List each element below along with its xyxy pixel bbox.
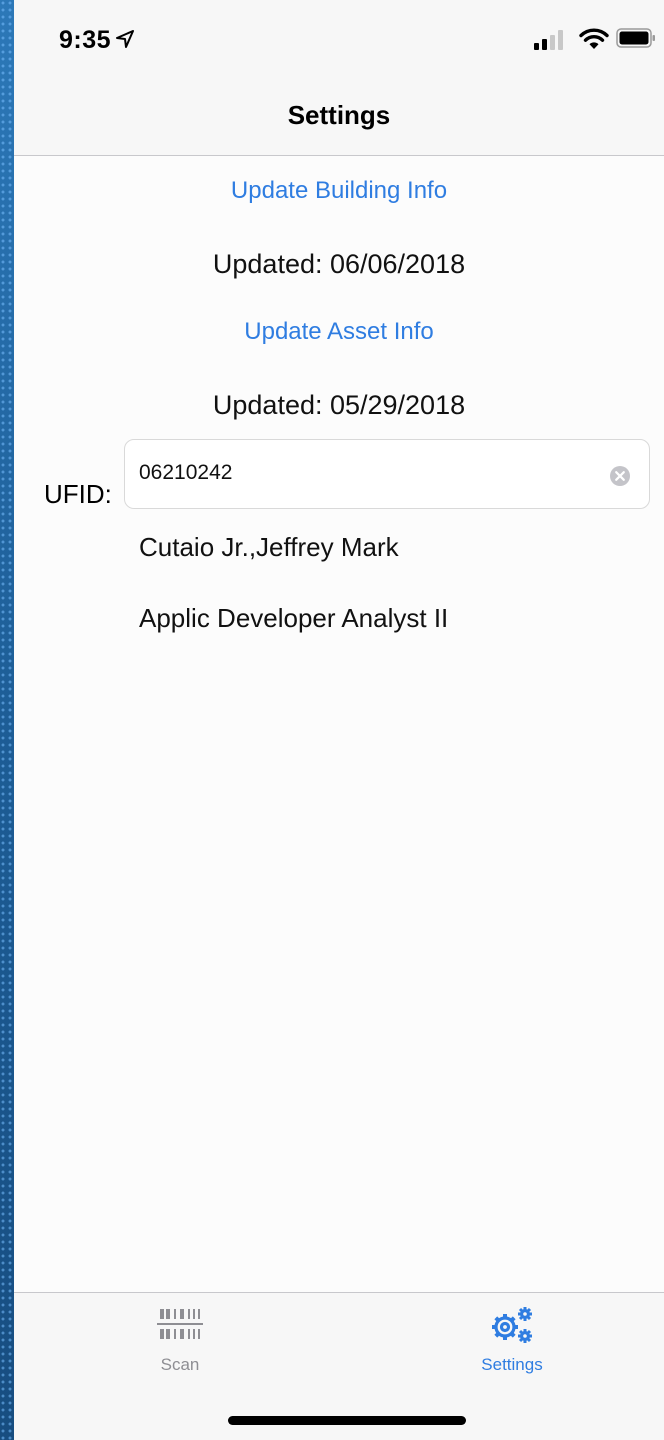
tab-settings[interactable]: Settings	[432, 1293, 592, 1393]
employee-name: Cutaio Jr.,Jeffrey Mark	[139, 532, 399, 562]
barcode-icon	[157, 1309, 203, 1339]
clear-text-icon[interactable]	[609, 465, 631, 487]
location-arrow-icon	[116, 30, 134, 48]
cellular-signal-icon	[534, 30, 563, 50]
ufid-input-value: 06210242	[139, 461, 233, 484]
page-title: Settings	[287, 100, 391, 130]
asset-updated-date: Updated: 05/29/2018	[212, 390, 466, 420]
battery-icon	[616, 28, 655, 48]
wifi-icon	[579, 28, 609, 49]
navigation-bar: Settings	[14, 78, 664, 156]
home-indicator[interactable]	[228, 1416, 466, 1425]
update-asset-info-button[interactable]: Update Asset Info	[14, 318, 664, 346]
tab-scan-label: Scan	[160, 1355, 200, 1374]
status-time: 9:35	[59, 26, 112, 54]
employee-title: Applic Developer Analyst II	[139, 603, 449, 633]
tab-settings-label: Settings	[481, 1355, 543, 1374]
ufid-label: UFID:	[44, 479, 112, 509]
building-updated-date: Updated: 06/06/2018	[212, 249, 466, 279]
background-pattern	[0, 0, 14, 1440]
tab-scan[interactable]: Scan	[100, 1293, 260, 1393]
status-bar: 9:35	[14, 0, 664, 78]
gears-icon	[492, 1307, 532, 1343]
update-building-info-button[interactable]: Update Building Info	[14, 177, 664, 205]
ufid-input[interactable]: 06210242	[124, 439, 650, 509]
phone-screen: 9:35 Settings Update Building Info Updat…	[14, 0, 664, 1440]
